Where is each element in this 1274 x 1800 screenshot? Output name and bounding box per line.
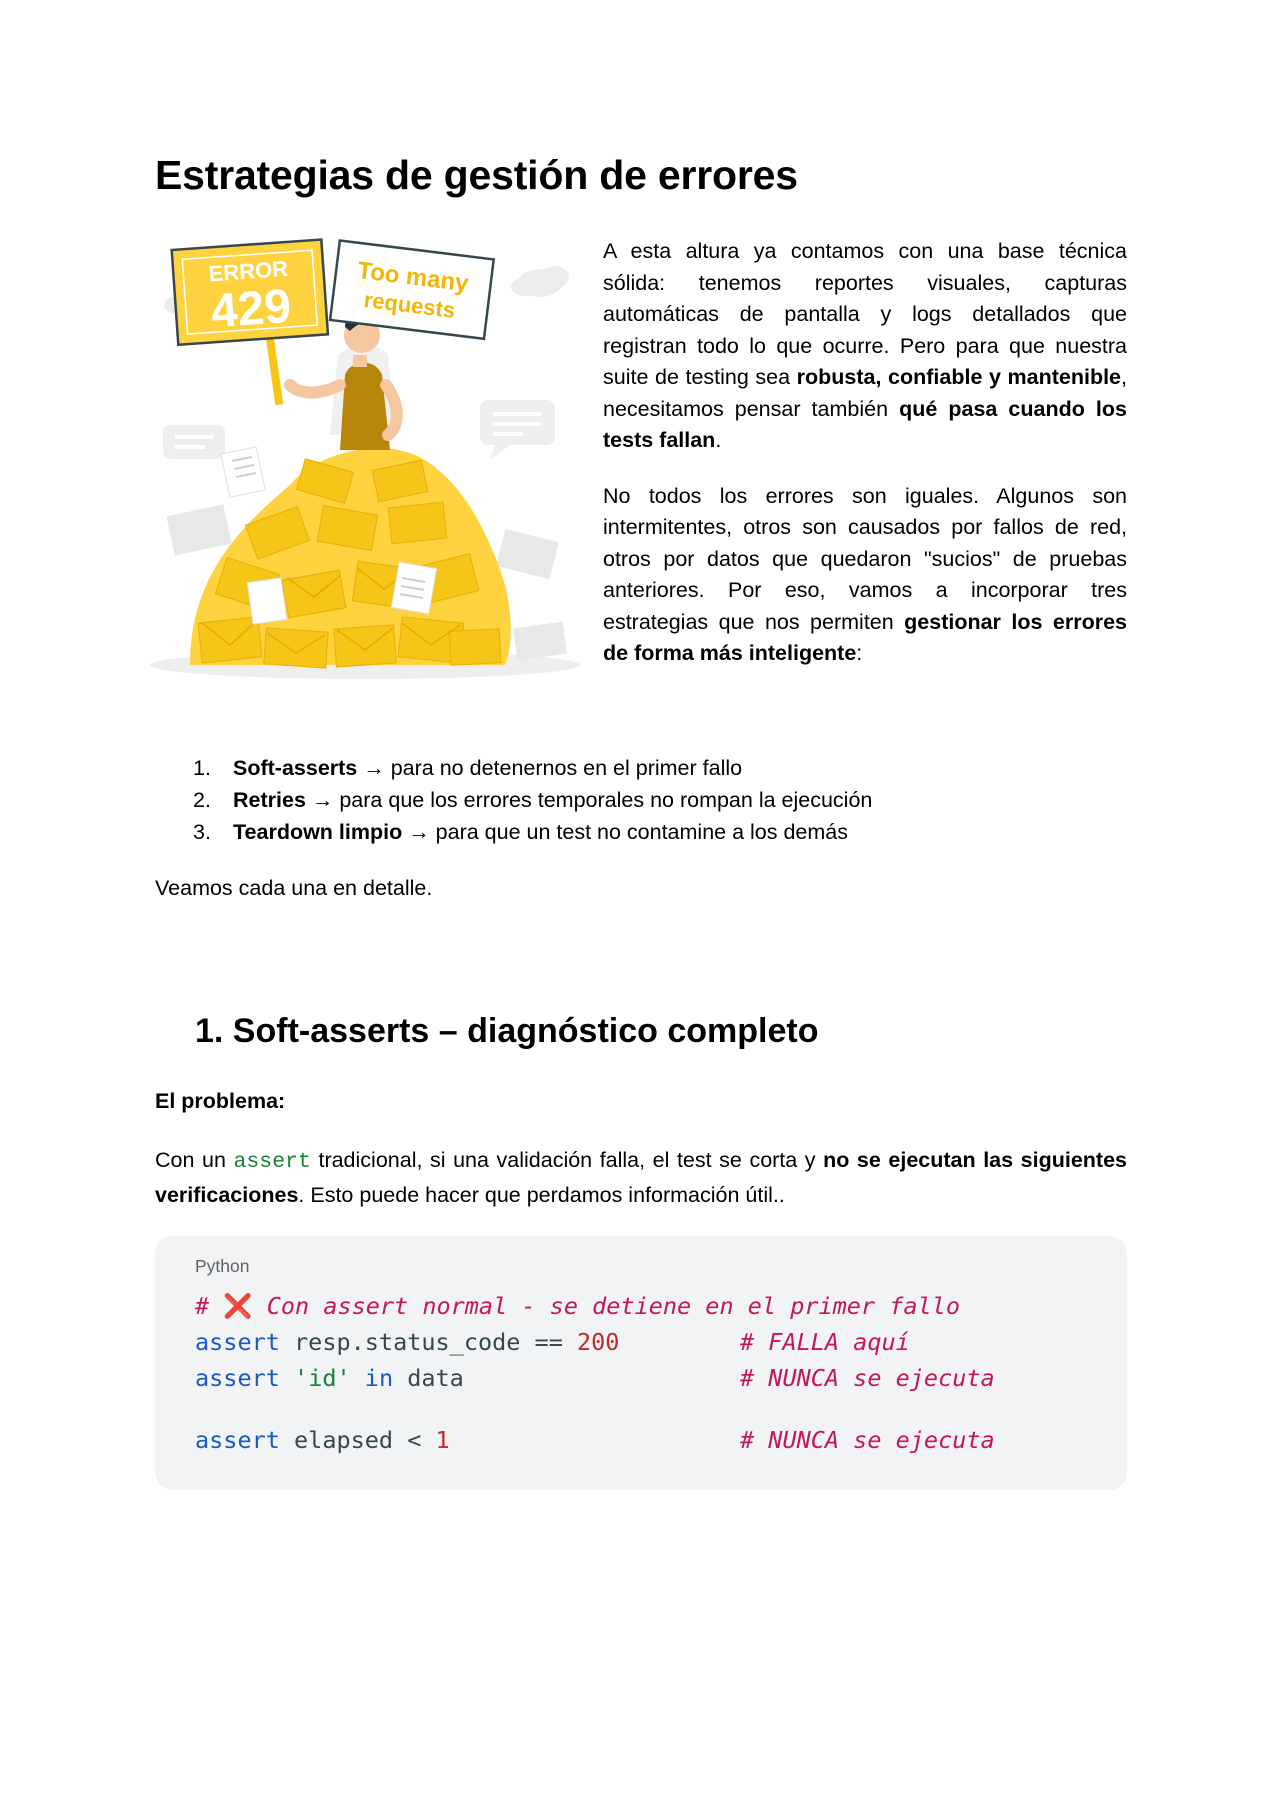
code-language-label: Python [195, 1256, 250, 1276]
inline-code: assert [233, 1150, 311, 1174]
intro-text: A esta altura ya contamos con una base t… [603, 236, 1127, 694]
intro-paragraph-1: A esta altura ya contamos con una base t… [603, 239, 1127, 452]
code-line: assert resp.status_code == 200 # FALLA aq… [195, 1328, 910, 1356]
see-each-text: Veamos cada una en detalle. [155, 876, 433, 900]
svg-text:429: 429 [209, 280, 293, 338]
document-page: Estrategias de gestión de errores ERROR … [0, 0, 1274, 1800]
cross-mark-icon: ❌ [223, 1292, 253, 1320]
strategies-list: 1. Soft-asserts → para no detenernos en e… [155, 752, 1055, 848]
section-heading: 1. Soft-asserts – diagnóstico completo [195, 1012, 819, 1050]
intro-paragraph-2: No todos los errores son iguales. Alguno… [603, 483, 1127, 666]
list-item: 1. Soft-asserts → para no detenernos en e… [193, 756, 743, 780]
error-sign: ERROR 429 [170, 238, 330, 347]
too-many-requests-sign: Too many requests [328, 239, 496, 341]
code-line: assert 'id' in data # NUNCA se ejecuta [195, 1364, 995, 1392]
error-429-illustration: ERROR 429 Too many requests [150, 238, 580, 679]
list-item: 3. Teardown limpio → para que un test no … [193, 820, 849, 844]
problem-paragraph: Con un assert tradicional, si una valida… [155, 1148, 1127, 1207]
page-title: Estrategias de gestión de errores [155, 152, 798, 198]
cloud-icon [511, 266, 569, 297]
code-block: Python # ❌ Con assert normal - se detien… [155, 1236, 1127, 1490]
code-line: # ❌ Con assert normal - se detiene en el… [195, 1292, 960, 1320]
list-item: 2. Retries → para que los errores tempora… [193, 788, 873, 812]
problem-label: El problema: [155, 1089, 286, 1113]
code-line: assert elapsed < 1 # NUNCA se ejecuta [195, 1426, 995, 1454]
chat-bubble-icon [480, 400, 555, 460]
